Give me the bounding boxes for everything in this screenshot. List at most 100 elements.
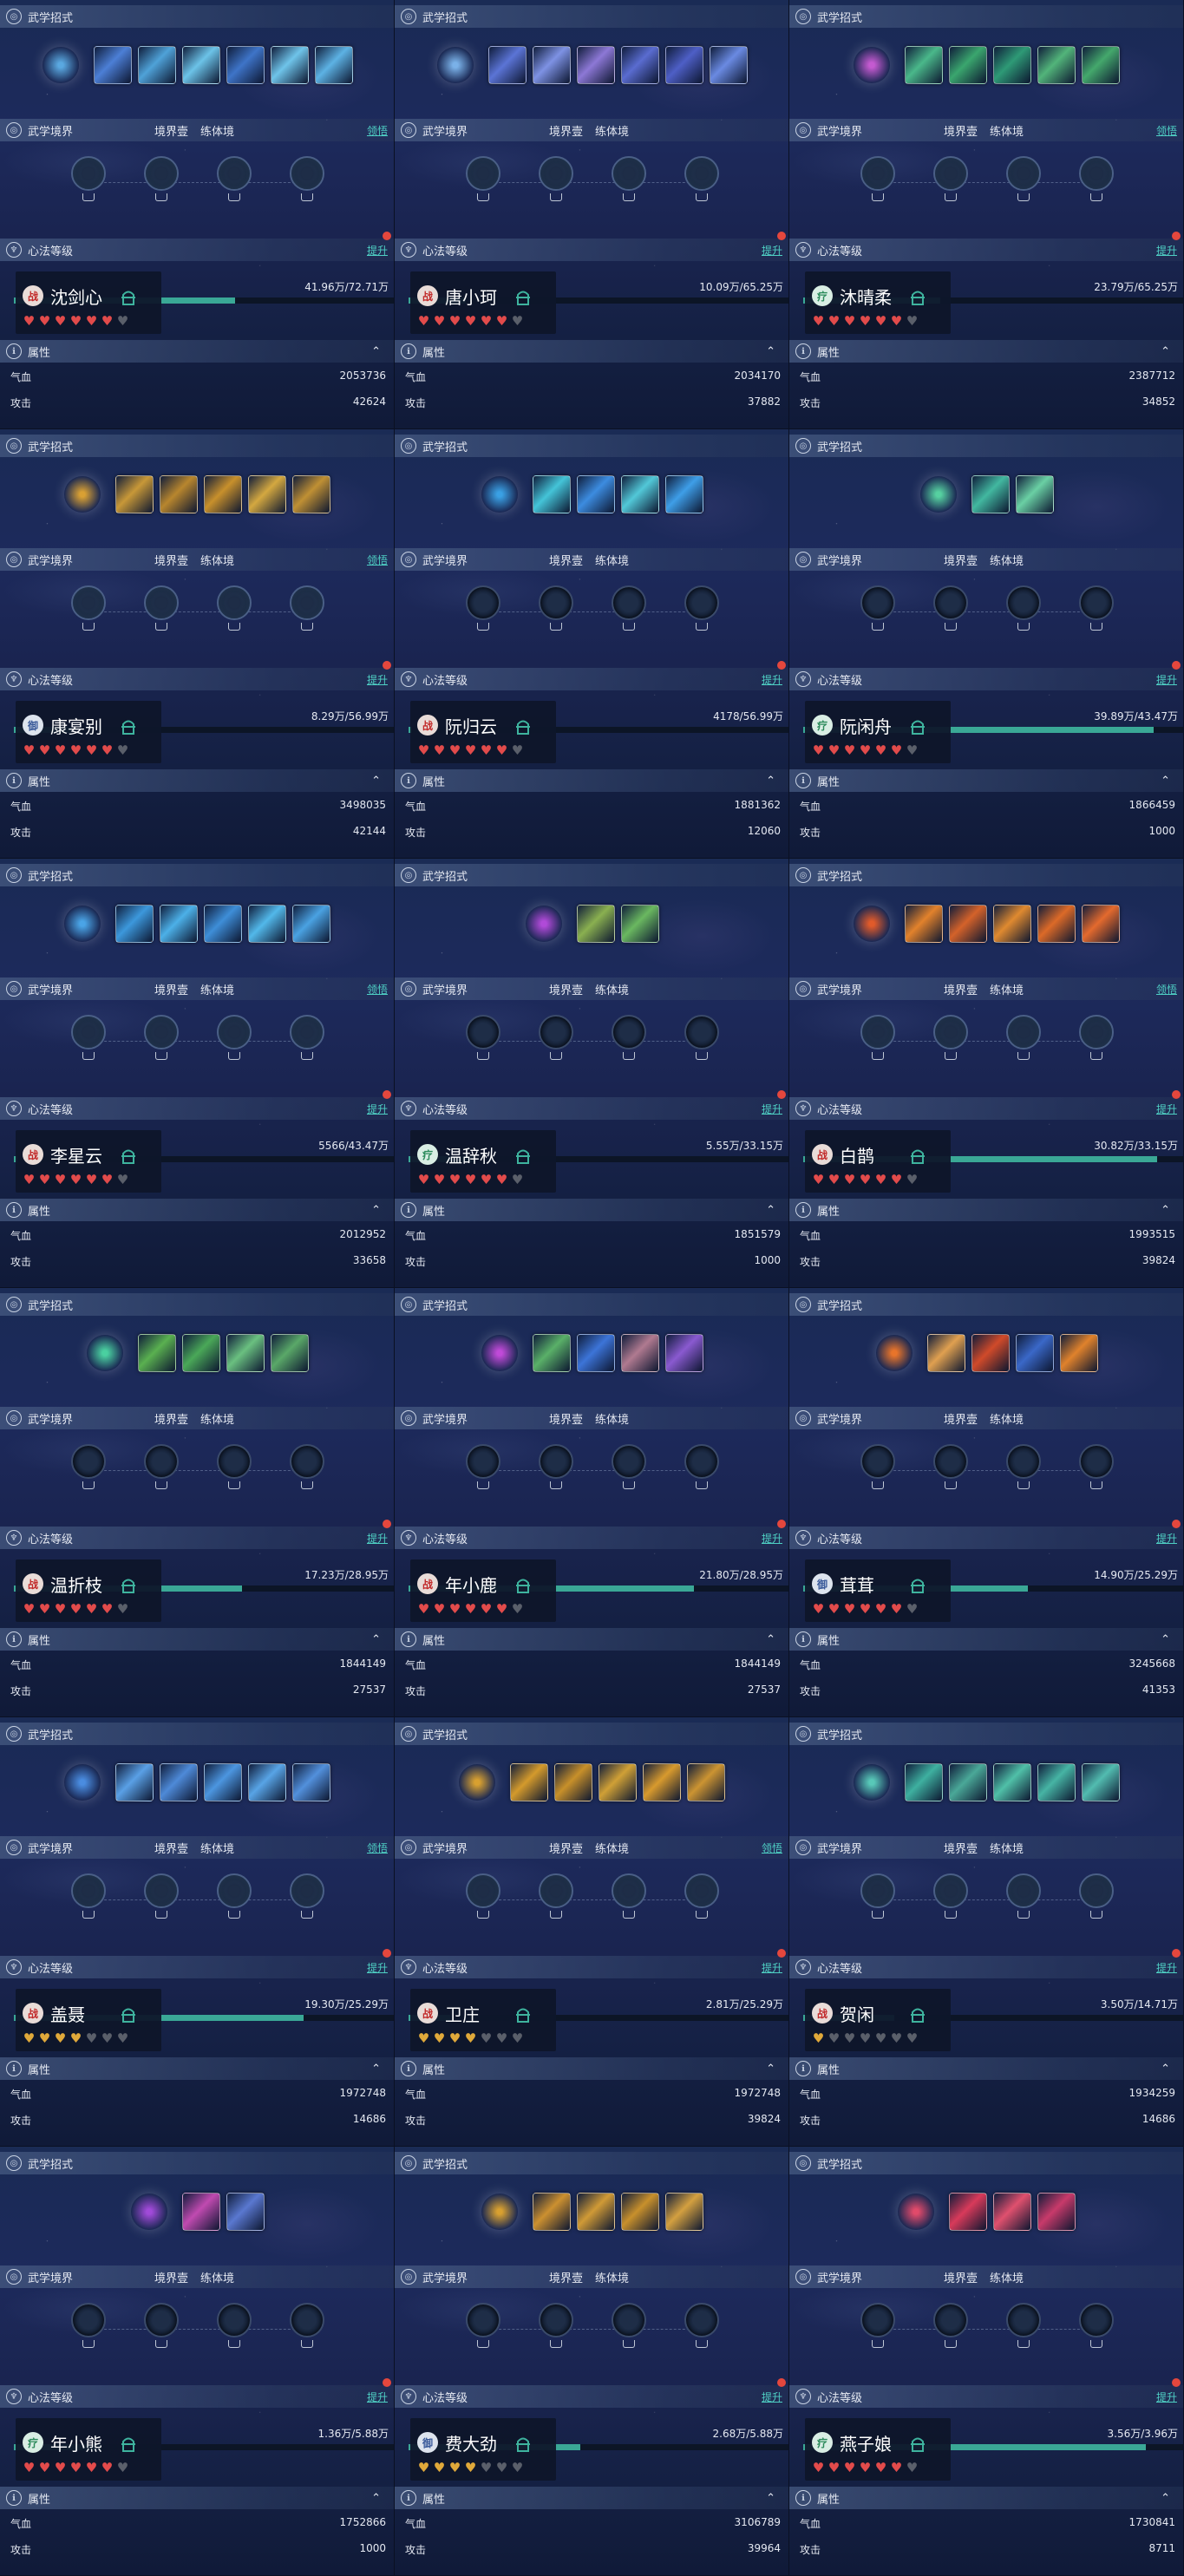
realm-node[interactable] bbox=[216, 1873, 252, 1934]
skill-icon[interactable] bbox=[643, 1763, 681, 1801]
realm-node[interactable] bbox=[1005, 1444, 1041, 1505]
realm-node[interactable] bbox=[1005, 2303, 1041, 2364]
skill-icon[interactable] bbox=[1037, 1763, 1076, 1801]
skill-icon[interactable] bbox=[137, 1334, 176, 1372]
skill-icon[interactable] bbox=[993, 1763, 1031, 1801]
realm-node[interactable] bbox=[70, 156, 106, 217]
character-card[interactable]: 战 年小鹿 ♥ ♥ ♥ ♥ ♥ ♥ ♥ bbox=[410, 1559, 556, 1622]
character-card[interactable]: 御 费大劲 ♥ ♥ ♥ ♥ ♥ ♥ ♥ bbox=[410, 2418, 556, 2481]
skill-icon[interactable] bbox=[248, 1763, 286, 1801]
realm-node[interactable] bbox=[932, 585, 968, 646]
realm-node[interactable] bbox=[289, 156, 324, 217]
chevron-up-icon[interactable]: ⌃ bbox=[371, 1633, 381, 1646]
realm-node[interactable] bbox=[1005, 156, 1041, 217]
realm-node[interactable] bbox=[611, 156, 646, 217]
realm-node[interactable] bbox=[860, 1015, 895, 1076]
comprehend-link[interactable]: 领悟 bbox=[367, 123, 388, 138]
upgrade-link[interactable]: 提升 bbox=[1156, 1531, 1177, 1546]
skill-icon[interactable] bbox=[181, 1334, 220, 1372]
realm-node[interactable] bbox=[932, 156, 968, 217]
realm-node[interactable] bbox=[289, 1444, 324, 1505]
realm-node[interactable] bbox=[538, 1873, 573, 1934]
upgrade-link[interactable]: 提升 bbox=[367, 1102, 388, 1116]
realm-node[interactable] bbox=[465, 1873, 500, 1934]
realm-node[interactable] bbox=[289, 2303, 324, 2364]
realm-node[interactable] bbox=[932, 2303, 968, 2364]
realm-node[interactable] bbox=[684, 156, 719, 217]
realm-node[interactable] bbox=[1078, 585, 1114, 646]
skill-icon[interactable] bbox=[905, 46, 943, 84]
skill-icon[interactable] bbox=[993, 46, 1031, 84]
character-card[interactable]: 战 阮归云 ♥ ♥ ♥ ♥ ♥ ♥ ♥ bbox=[410, 701, 556, 763]
skill-icon[interactable] bbox=[532, 2193, 571, 2231]
skill-icon[interactable] bbox=[226, 2193, 265, 2231]
skill-icon[interactable] bbox=[1037, 2193, 1076, 2231]
realm-node[interactable] bbox=[684, 1444, 719, 1505]
skill-icon[interactable] bbox=[687, 1763, 725, 1801]
upgrade-link[interactable]: 提升 bbox=[762, 1102, 782, 1116]
skill-icon[interactable] bbox=[993, 905, 1031, 943]
upgrade-link[interactable]: 提升 bbox=[762, 243, 782, 258]
realm-node[interactable] bbox=[216, 2303, 252, 2364]
skill-icon[interactable] bbox=[292, 905, 330, 943]
skill-icon[interactable] bbox=[487, 46, 527, 84]
realm-node[interactable] bbox=[860, 1444, 895, 1505]
chevron-up-icon[interactable]: ⌃ bbox=[766, 345, 775, 358]
skill-icon[interactable] bbox=[709, 46, 748, 84]
main-skill-icon[interactable] bbox=[459, 1764, 495, 1801]
chevron-up-icon[interactable]: ⌃ bbox=[371, 345, 381, 358]
realm-node[interactable] bbox=[1005, 1015, 1041, 1076]
realm-node[interactable] bbox=[684, 2303, 719, 2364]
upgrade-link[interactable]: 提升 bbox=[1156, 1960, 1177, 1975]
skill-icon[interactable] bbox=[115, 905, 154, 943]
chevron-up-icon[interactable]: ⌃ bbox=[1161, 1204, 1170, 1217]
realm-node[interactable] bbox=[1078, 156, 1114, 217]
skill-icon[interactable] bbox=[1082, 905, 1120, 943]
skill-icon[interactable] bbox=[1015, 475, 1054, 513]
skill-icon[interactable] bbox=[576, 905, 615, 943]
skill-icon[interactable] bbox=[160, 905, 198, 943]
skill-icon[interactable] bbox=[971, 1334, 1010, 1372]
chevron-up-icon[interactable]: ⌃ bbox=[1161, 1633, 1170, 1646]
skill-icon[interactable] bbox=[620, 1334, 659, 1372]
realm-node[interactable] bbox=[143, 1873, 179, 1934]
skill-icon[interactable] bbox=[204, 475, 242, 513]
skill-icon[interactable] bbox=[1037, 905, 1076, 943]
realm-node[interactable] bbox=[465, 585, 500, 646]
realm-node[interactable] bbox=[1078, 2303, 1114, 2364]
character-card[interactable]: 疗 燕子娘 ♥ ♥ ♥ ♥ ♥ ♥ ♥ bbox=[805, 2418, 951, 2481]
skill-icon[interactable] bbox=[532, 1334, 571, 1372]
realm-node[interactable] bbox=[611, 1444, 646, 1505]
skill-icon[interactable] bbox=[204, 905, 242, 943]
skill-icon[interactable] bbox=[949, 2193, 987, 2231]
skill-icon[interactable] bbox=[664, 475, 703, 513]
upgrade-link[interactable]: 提升 bbox=[1156, 243, 1177, 258]
skill-icon[interactable] bbox=[620, 2193, 659, 2231]
skill-icon[interactable] bbox=[576, 2193, 615, 2231]
chevron-up-icon[interactable]: ⌃ bbox=[371, 775, 381, 788]
realm-node[interactable] bbox=[70, 1873, 106, 1934]
realm-node[interactable] bbox=[70, 1015, 106, 1076]
character-card[interactable]: 战 白鹊 ♥ ♥ ♥ ♥ ♥ ♥ ♥ bbox=[805, 1130, 951, 1193]
chevron-up-icon[interactable]: ⌃ bbox=[1161, 2063, 1170, 2076]
upgrade-link[interactable]: 提升 bbox=[367, 1960, 388, 1975]
main-skill-icon[interactable] bbox=[86, 1335, 123, 1371]
upgrade-link[interactable]: 提升 bbox=[762, 1531, 782, 1546]
skill-icon[interactable] bbox=[137, 46, 176, 84]
realm-node[interactable] bbox=[143, 156, 179, 217]
skill-icon[interactable] bbox=[314, 46, 353, 84]
character-card[interactable]: 御 茸茸 ♥ ♥ ♥ ♥ ♥ ♥ ♥ bbox=[805, 1559, 951, 1622]
main-skill-icon[interactable] bbox=[854, 47, 890, 83]
realm-node[interactable] bbox=[289, 1015, 324, 1076]
realm-node[interactable] bbox=[1005, 1873, 1041, 1934]
main-skill-icon[interactable] bbox=[898, 2194, 934, 2230]
skill-icon[interactable] bbox=[664, 1334, 703, 1372]
chevron-up-icon[interactable]: ⌃ bbox=[766, 1204, 775, 1217]
realm-node[interactable] bbox=[860, 585, 895, 646]
main-skill-icon[interactable] bbox=[64, 1764, 101, 1801]
realm-node[interactable] bbox=[611, 2303, 646, 2364]
realm-node[interactable] bbox=[70, 585, 106, 646]
realm-node[interactable] bbox=[70, 1444, 106, 1505]
skill-icon[interactable] bbox=[270, 46, 309, 84]
main-skill-icon[interactable] bbox=[481, 2194, 518, 2230]
